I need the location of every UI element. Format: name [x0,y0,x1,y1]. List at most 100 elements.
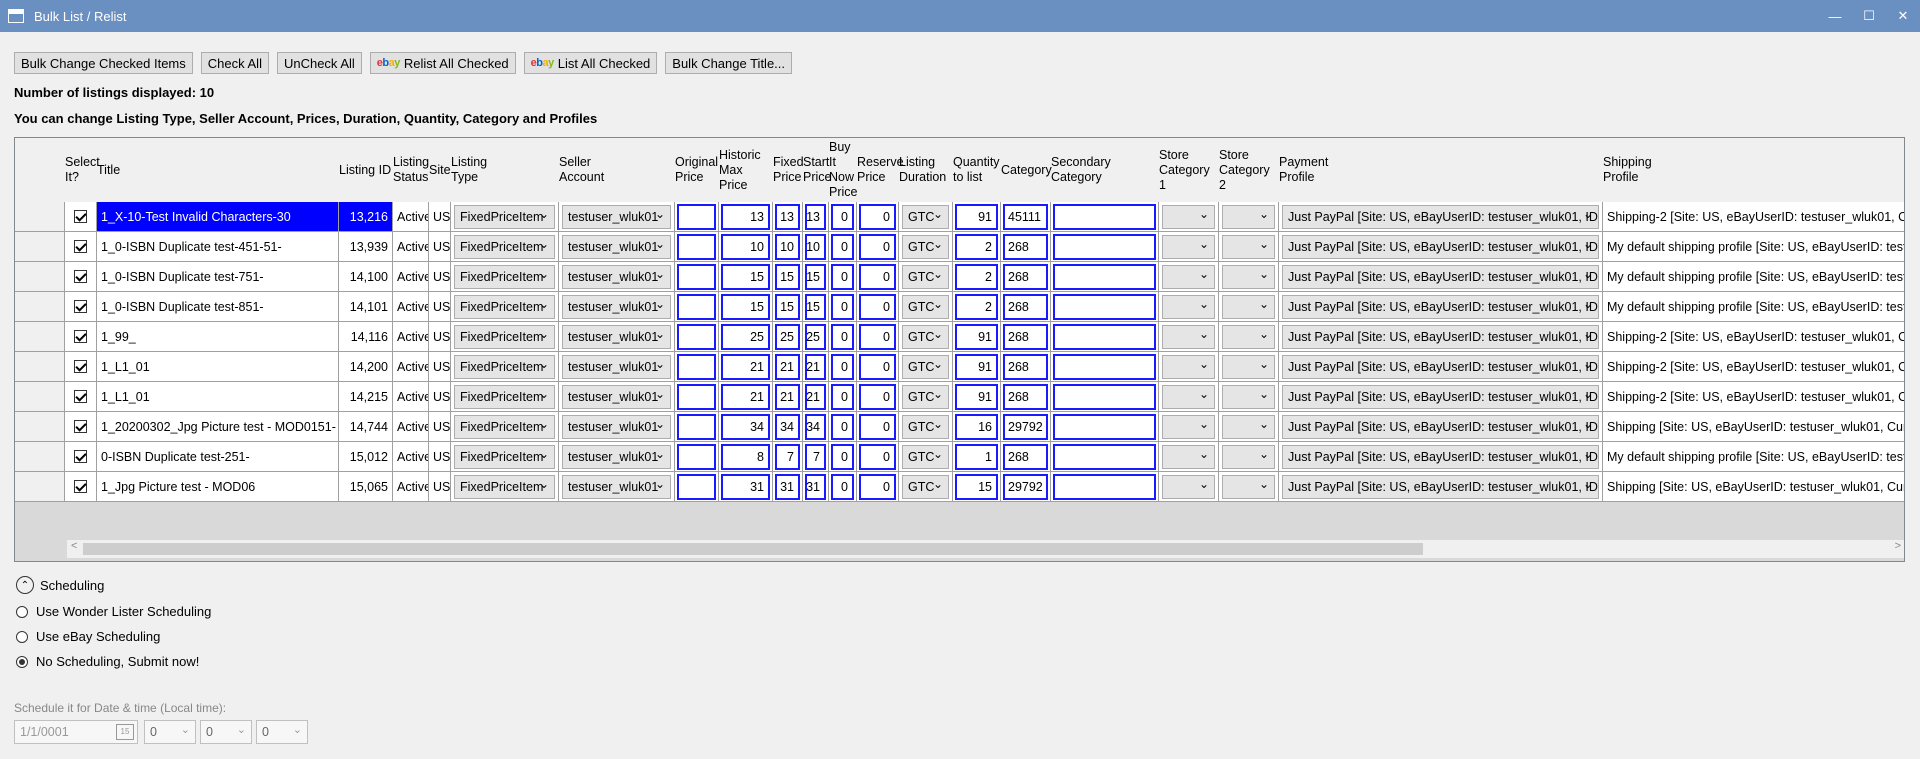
store-category-1-select[interactable] [1162,474,1215,499]
category-input[interactable]: 268 [1003,383,1048,410]
select-cell[interactable] [65,292,97,322]
fixed-price-input[interactable]: 31 [775,473,800,500]
secondary-category-input[interactable] [1053,413,1156,440]
store-category-2-select[interactable] [1222,474,1275,499]
second-select[interactable]: 0 [256,720,308,744]
column-header[interactable]: Listing Type [451,138,559,202]
listing-type-select[interactable]: FixedPriceItem [454,474,555,499]
maximize-button[interactable]: ☐ [1852,0,1886,32]
reserve-price-input[interactable]: 0 [859,203,896,230]
historic-max-price-input[interactable]: 21 [721,383,770,410]
column-header[interactable]: Reserve Price [857,138,904,202]
listing-duration-select[interactable]: GTC [902,414,949,439]
payment-profile-select[interactable]: Just PayPal [Site: US, eBayUserID: testu… [1282,354,1599,379]
scrollbar-thumb[interactable] [83,543,1423,555]
fixed-price-input[interactable]: 13 [775,203,800,230]
bulk-change-checked-button[interactable]: Bulk Change Checked Items [14,52,193,74]
select-checkbox[interactable] [74,330,87,343]
original-price-input[interactable] [677,263,716,290]
listing-duration-select[interactable]: GTC [902,294,949,319]
column-header[interactable]: Select It? [65,138,100,202]
buy-it-now-price-input[interactable]: 0 [831,383,854,410]
store-category-2-select[interactable] [1222,294,1275,319]
row-header[interactable] [15,292,65,322]
seller-account-select[interactable]: testuser_wluk01 [562,264,671,289]
category-input[interactable]: 45111 [1003,203,1048,230]
listing-type-select[interactable]: FixedPriceItem [454,414,555,439]
reserve-price-input[interactable]: 0 [859,263,896,290]
table-row[interactable]: 1_0-ISBN Duplicate test-451-51- 13,939 Act… [15,232,1904,262]
select-checkbox[interactable] [74,360,87,373]
select-cell[interactable] [65,352,97,382]
listing-duration-select[interactable]: GTC [902,264,949,289]
select-checkbox[interactable] [74,300,87,313]
row-header[interactable] [15,202,65,232]
shipping-profile-cell[interactable]: Shipping [Site: US, eBayUserID: testuser… [1603,472,1904,502]
start-price-input[interactable]: 21 [805,383,826,410]
listing-type-select[interactable]: FixedPriceItem [454,324,555,349]
column-header[interactable]: Buy It Now Price [829,138,857,202]
category-input[interactable]: 268 [1003,443,1048,470]
original-price-input[interactable] [677,203,716,230]
select-cell[interactable] [65,322,97,352]
select-cell[interactable] [65,472,97,502]
calendar-icon[interactable]: 15 [116,724,134,740]
title-cell[interactable]: 1_20200302_Jpg Picture test - MOD0151- [97,412,339,442]
quantity-input[interactable]: 2 [955,263,998,290]
shipping-profile-cell[interactable]: Shipping [Site: US, eBayUserID: testuser… [1603,412,1904,442]
start-price-input[interactable]: 25 [805,323,826,350]
category-input[interactable]: 268 [1003,263,1048,290]
select-checkbox[interactable] [74,480,87,493]
hour-select[interactable]: 0 [144,720,196,744]
table-row[interactable]: 1_0-ISBN Duplicate test-751- 14,100 Active… [15,262,1904,292]
payment-profile-select[interactable]: Just PayPal [Site: US, eBayUserID: testu… [1282,204,1599,229]
reserve-price-input[interactable]: 0 [859,293,896,320]
title-cell[interactable]: 0-ISBN Duplicate test-251- [97,442,339,472]
reserve-price-input[interactable]: 0 [859,353,896,380]
reserve-price-input[interactable]: 0 [859,443,896,470]
column-header[interactable]: Fixed Price [773,138,804,202]
listing-type-select[interactable]: FixedPriceItem [454,294,555,319]
listing-type-select[interactable]: FixedPriceItem [454,204,555,229]
category-input[interactable]: 29792 [1003,413,1048,440]
start-price-input[interactable]: 15 [805,293,826,320]
listing-duration-select[interactable]: GTC [902,384,949,409]
secondary-category-input[interactable] [1053,353,1156,380]
radio-ebay-scheduling[interactable]: Use eBay Scheduling [16,629,160,644]
row-header[interactable] [15,352,65,382]
list-all-checked-button[interactable]: ebay List All Checked [523,52,658,74]
shipping-profile-cell[interactable]: My default shipping profile [Site: US, e… [1603,292,1904,322]
title-cell[interactable]: 1_X-10-Test Invalid Characters-30 [97,202,339,232]
original-price-input[interactable] [677,383,716,410]
seller-account-select[interactable]: testuser_wluk01 [562,414,671,439]
seller-account-select[interactable]: testuser_wluk01 [562,324,671,349]
title-cell[interactable]: 1_0-ISBN Duplicate test-751- [97,262,339,292]
column-header[interactable]: Shipping Profile [1603,138,1904,202]
listing-type-select[interactable]: FixedPriceItem [454,264,555,289]
radio-button[interactable] [16,655,28,668]
store-category-2-select[interactable] [1222,324,1275,349]
fixed-price-input[interactable]: 25 [775,323,800,350]
shipping-profile-cell[interactable]: My default shipping profile [Site: US, e… [1603,232,1904,262]
select-checkbox[interactable] [74,420,87,433]
listing-type-select[interactable]: FixedPriceItem [454,234,555,259]
select-cell[interactable] [65,232,97,262]
original-price-input[interactable] [677,293,716,320]
reserve-price-input[interactable]: 0 [859,473,896,500]
store-category-1-select[interactable] [1162,204,1215,229]
fixed-price-input[interactable]: 15 [775,263,800,290]
buy-it-now-price-input[interactable]: 0 [831,263,854,290]
minute-select[interactable]: 0 [200,720,252,744]
column-header[interactable]: Start Price [803,138,831,202]
select-cell[interactable] [65,442,97,472]
buy-it-now-price-input[interactable]: 0 [831,233,854,260]
title-cell[interactable]: 1_Jpg Picture test - MOD06 [97,472,339,502]
seller-account-select[interactable]: testuser_wluk01 [562,384,671,409]
table-row[interactable]: 1_L1_0114,215ActiveUSFixedPriceItem testu… [15,382,1904,412]
payment-profile-select[interactable]: Just PayPal [Site: US, eBayUserID: testu… [1282,474,1599,499]
seller-account-select[interactable]: testuser_wluk01 [562,354,671,379]
start-price-input[interactable]: 13 [805,203,826,230]
fixed-price-input[interactable]: 21 [775,383,800,410]
table-row[interactable]: 1_20200302_Jpg Picture test - MOD0151- 14… [15,412,1904,442]
store-category-1-select[interactable] [1162,324,1215,349]
